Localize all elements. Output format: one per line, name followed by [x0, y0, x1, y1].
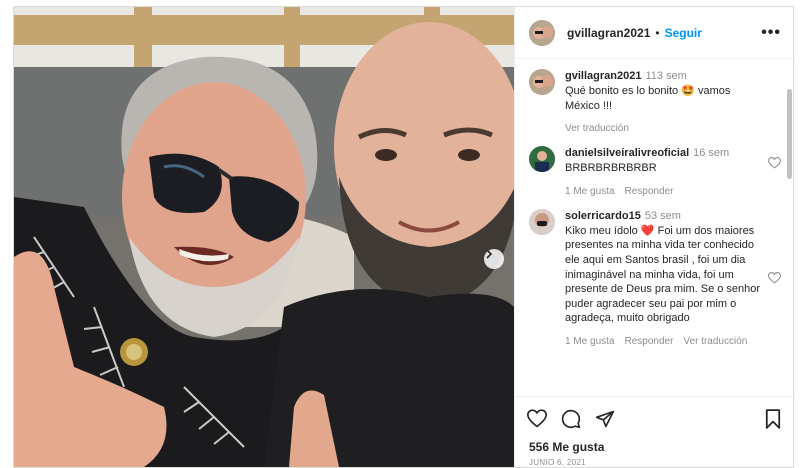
comment-username[interactable]: solerricardo15	[565, 210, 641, 222]
comment: solerricardo15 53 sem Kiko meu ídolo ❤️ F…	[529, 208, 782, 347]
author-avatar[interactable]	[529, 19, 555, 46]
red-heart-emoji: ❤️	[640, 224, 655, 237]
next-photo-button[interactable]	[484, 249, 504, 269]
caption-time[interactable]: 113 sem	[645, 70, 686, 82]
comment-username[interactable]: danielsilveiralivreoficial	[565, 147, 689, 159]
post-photo[interactable]	[14, 7, 514, 467]
caption-see-translation[interactable]: Ver traducción	[565, 123, 765, 134]
star-struck-emoji: 🤩	[681, 85, 695, 97]
caption-text: Qué bonito es lo bonito 🤩 vamos México !…	[565, 85, 731, 112]
instagram-post: gvillagran2021 • Seguir ••• gvillagran20…	[13, 6, 794, 468]
see-translation-link[interactable]: Ver traducción	[683, 336, 747, 347]
comments-list[interactable]: gvillagran2021 113 sem Qué bonito es lo b…	[515, 59, 793, 396]
like-comment-heart-icon[interactable]	[767, 156, 782, 174]
comment-likes[interactable]: 1 Me gusta	[565, 186, 614, 197]
bookmark-icon[interactable]	[765, 408, 781, 429]
post-side-panel: gvillagran2021 • Seguir ••• gvillagran20…	[514, 7, 793, 467]
post-header: gvillagran2021 • Seguir •••	[515, 7, 793, 59]
likes-count[interactable]: 556 Me gusta	[515, 440, 793, 454]
reply-button[interactable]: Responder	[624, 186, 673, 197]
post-date[interactable]: JUNIO 6, 2021	[515, 454, 793, 467]
reply-button[interactable]: Responder	[624, 336, 673, 347]
post-actions	[515, 396, 793, 440]
scrollbar-thumb[interactable]	[787, 89, 792, 179]
comment-icon[interactable]	[561, 409, 581, 429]
selfie-illustration	[14, 7, 514, 467]
comments-scrollbar[interactable]	[785, 59, 793, 396]
caption: gvillagran2021 113 sem Qué bonito es lo b…	[529, 69, 779, 134]
comment-avatar[interactable]	[529, 208, 555, 235]
comment-likes[interactable]: 1 Me gusta	[565, 336, 614, 347]
caption-avatar[interactable]	[529, 69, 555, 95]
like-heart-icon[interactable]	[527, 409, 547, 428]
author-username[interactable]: gvillagran2021	[567, 26, 650, 40]
comment-time[interactable]: 16 sem	[693, 147, 729, 159]
share-icon[interactable]	[595, 409, 615, 429]
follow-button[interactable]: Seguir	[665, 26, 702, 40]
caption-username[interactable]: gvillagran2021	[565, 70, 641, 82]
comment-text: Kiko meu ídolo ❤️ Foi um dos maiores pre…	[565, 224, 761, 325]
comment: danielsilveiralivreoficial 16 sem BRBRBRB…	[529, 146, 782, 197]
more-options-icon[interactable]: •••	[761, 24, 781, 42]
comment-avatar[interactable]	[529, 146, 555, 173]
comment-text: BRBRBRBRBRBR	[565, 162, 657, 175]
chevron-right-icon	[486, 249, 493, 259]
like-comment-heart-icon[interactable]	[767, 271, 782, 289]
header-separator: •	[655, 25, 660, 40]
comment-time[interactable]: 53 sem	[645, 210, 681, 222]
